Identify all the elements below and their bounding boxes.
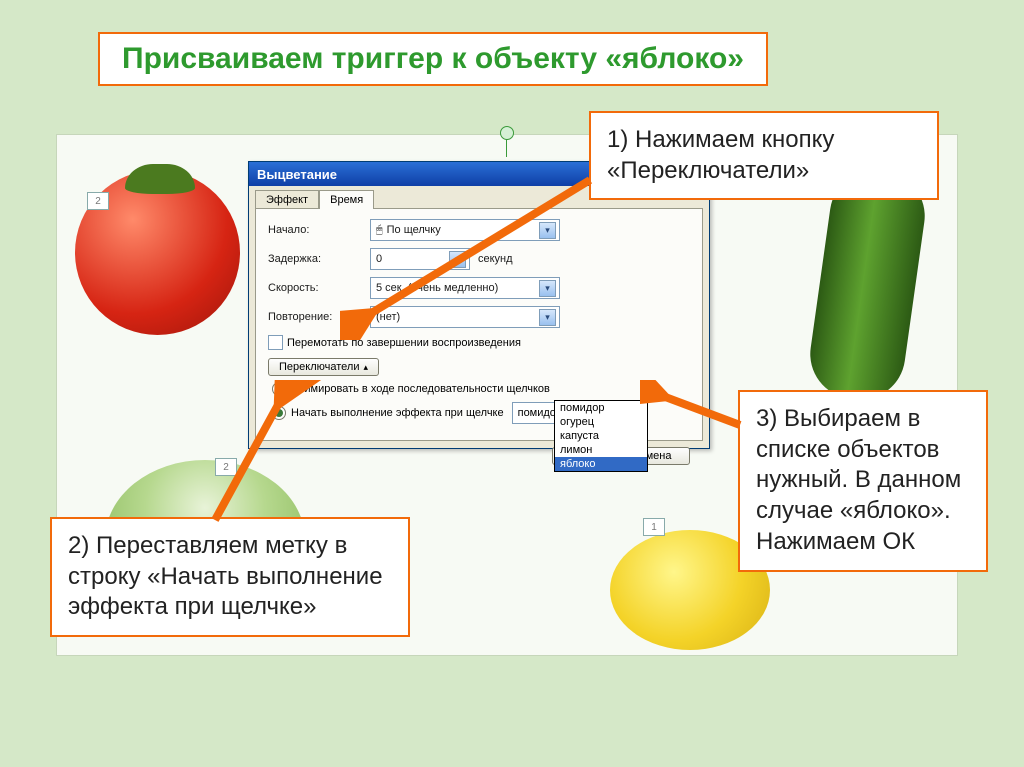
placeholder-index-3: 1 [643, 518, 665, 536]
dropdown-item[interactable]: огурец [555, 415, 647, 429]
slide-title: Присваиваем триггер к объекту «яблоко» [98, 32, 768, 86]
dialog-title: Выцветание [257, 167, 337, 182]
arrow-to-dropdown [640, 380, 750, 440]
dropdown-item[interactable]: капуста [555, 429, 647, 443]
tab-effect[interactable]: Эффект [255, 190, 319, 209]
callout-step-1: 1) Нажимаем кнопку «Переключатели» [589, 111, 939, 200]
dropdown-item[interactable]: помидор [555, 401, 647, 415]
triggers-button[interactable]: Переключатели ▴ [268, 358, 379, 376]
arrow-to-triggers-button [340, 170, 600, 340]
trigger-object-dropdown[interactable]: помидор огурец капуста лимон яблоко [554, 400, 648, 472]
chevron-up-icon: ▴ [363, 362, 368, 373]
dropdown-item[interactable]: лимон [555, 443, 647, 457]
rotation-handle-icon [500, 126, 514, 140]
callout-step-2: 2) Переставляем метку в строку «Начать в… [50, 517, 410, 637]
dropdown-item-selected[interactable]: яблоко [555, 457, 647, 471]
arrow-to-radio-click [205, 380, 325, 530]
placeholder-index-1: 2 [87, 192, 109, 210]
callout-step-3: 3) Выбираем в списке объектов нужный. В … [738, 390, 988, 572]
label-animate-sequence: Анимировать в ходе последовательности ще… [291, 383, 550, 395]
triggers-button-label: Переключатели [279, 361, 359, 373]
rewind-checkbox[interactable] [268, 335, 283, 350]
